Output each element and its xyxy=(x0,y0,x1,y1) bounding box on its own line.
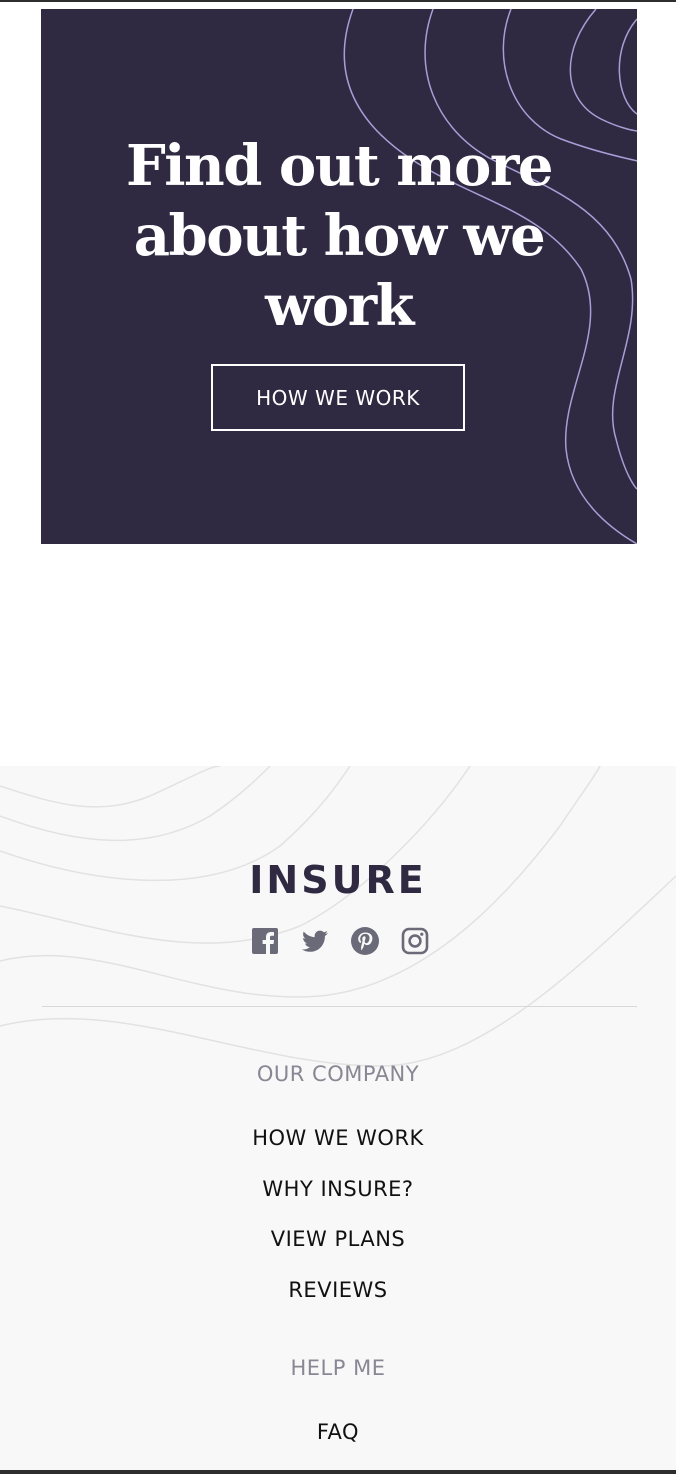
top-rule xyxy=(0,0,676,2)
footer-heading-our-company: OUR COMPANY xyxy=(256,1062,420,1086)
footer-link-faq[interactable]: FAQ xyxy=(0,1420,676,1444)
footer-divider xyxy=(42,1006,637,1007)
pinterest-icon[interactable] xyxy=(350,926,380,956)
twitter-icon[interactable] xyxy=(300,926,330,956)
social-links xyxy=(250,924,430,958)
cta-banner: Find out more about how we work HOW WE W… xyxy=(41,9,637,544)
bottom-rule xyxy=(0,1470,676,1474)
footer-link-how-we-work[interactable]: HOW WE WORK xyxy=(0,1126,676,1150)
instagram-icon[interactable] xyxy=(400,926,430,956)
facebook-icon[interactable] xyxy=(250,926,280,956)
insure-logo[interactable]: INSURE xyxy=(0,858,676,902)
cta-heading-line: work xyxy=(265,273,414,339)
how-we-work-button[interactable]: HOW WE WORK xyxy=(211,364,465,431)
site-footer: INSURE OUR COMPANY HOW WE WORK WHY INSUR… xyxy=(0,766,676,1470)
cta-heading-line: Find out more xyxy=(125,133,554,199)
cta-heading: Find out more about how we work xyxy=(41,131,637,341)
footer-heading-help-me: HELP ME xyxy=(290,1356,386,1380)
cta-heading-line: about how we xyxy=(133,203,546,269)
footer-link-why-insure[interactable]: WHY INSURE? xyxy=(0,1177,676,1201)
footer-link-reviews[interactable]: REVIEWS xyxy=(0,1278,676,1302)
footer-link-view-plans[interactable]: VIEW PLANS xyxy=(0,1227,676,1251)
